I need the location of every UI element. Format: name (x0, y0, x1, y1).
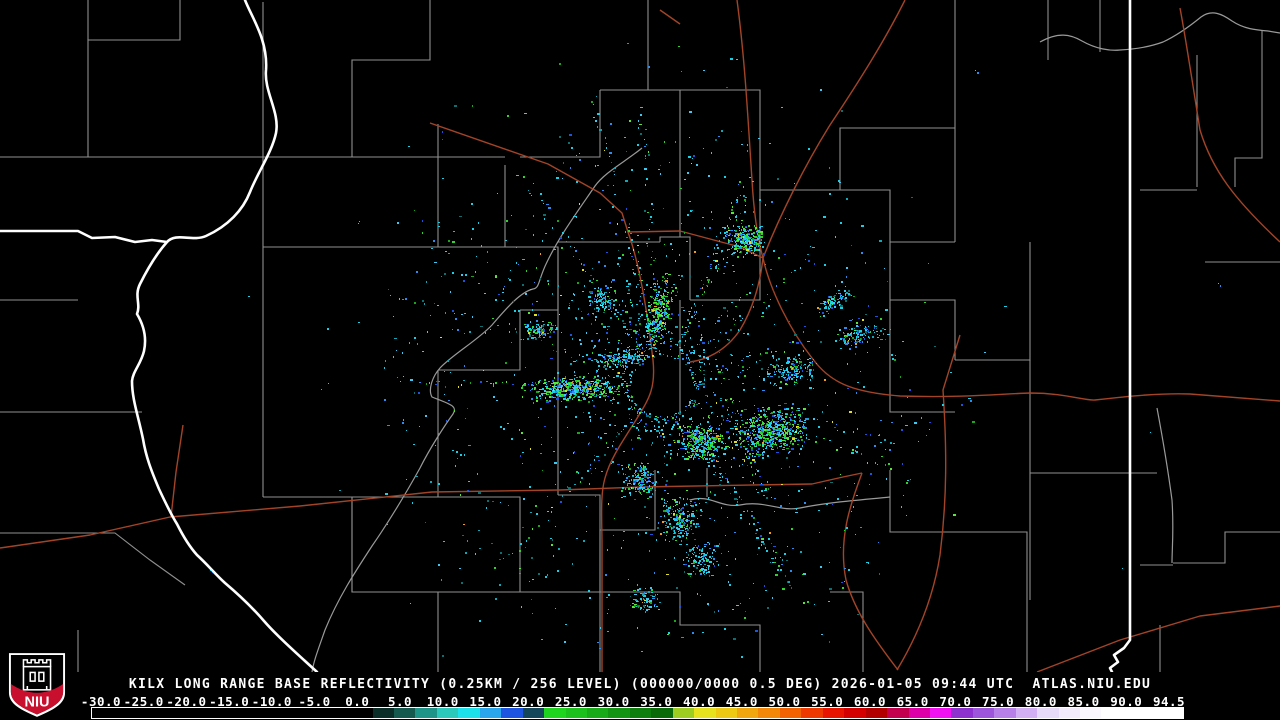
colorbar-segment (565, 708, 587, 718)
colorbar-segment (865, 708, 888, 718)
colorbar-segment (822, 708, 845, 718)
colorbar-segment (694, 708, 716, 718)
colorbar-segment (1144, 708, 1183, 718)
radar-map[interactable] (0, 0, 1280, 672)
colorbar-segment (672, 708, 695, 718)
colorbar-segment (1122, 708, 1145, 718)
colorbar-segment (758, 708, 780, 718)
product-title: KILX LONG RANGE BASE REFLECTIVITY (0.25K… (128, 677, 1152, 692)
colorbar-segment (522, 708, 545, 718)
colorbar-segment (1037, 708, 1059, 718)
colorbar-segment (994, 708, 1016, 718)
colorbar-segment (1080, 708, 1102, 718)
colorbar-segment (887, 708, 909, 718)
colorbar-segment (801, 708, 823, 718)
colorbar-segment (651, 708, 673, 718)
state-borders (0, 0, 1132, 672)
colorbar-segment (1015, 708, 1038, 718)
colorbar-segment (544, 708, 566, 718)
colorbar-segment (629, 708, 652, 718)
colorbar-segment (92, 708, 373, 718)
colorbar-segment (415, 708, 437, 718)
colorbar-segment (436, 708, 459, 718)
colorbar-segment (458, 708, 480, 718)
colorbar-segment (372, 708, 395, 718)
logo-text: NIU (25, 694, 50, 710)
colorbar-segment (779, 708, 802, 718)
colorbar-segment (715, 708, 738, 718)
colorbar-segment (608, 708, 630, 718)
colorbar-segment (394, 708, 416, 718)
county-boundaries (0, 0, 1280, 672)
colorbar-scale-labels: -30.0 -25.0 -20.0 -15.0 -10.0 -5.0 0.0 5.0 10.0 1… (0, 694, 1280, 709)
colorbar-segment (951, 708, 973, 718)
radar-echoes (210, 43, 1221, 658)
colorbar-segment (972, 708, 995, 718)
colorbar (91, 707, 1184, 719)
niu-logo[interactable]: NIU (8, 652, 66, 718)
colorbar-segment (737, 708, 759, 718)
colorbar-segment (1058, 708, 1081, 718)
colorbar-segment (908, 708, 930, 718)
highway-lines (0, 0, 1280, 672)
colorbar-segment (501, 708, 523, 718)
colorbar-segment (479, 708, 502, 718)
colorbar-segment (844, 708, 866, 718)
radar-app-window: KILX LONG RANGE BASE REFLECTIVITY (0.25K… (0, 0, 1280, 720)
colorbar-segment (586, 708, 609, 718)
colorbar-segment (929, 708, 952, 718)
colorbar-segment (1101, 708, 1123, 718)
